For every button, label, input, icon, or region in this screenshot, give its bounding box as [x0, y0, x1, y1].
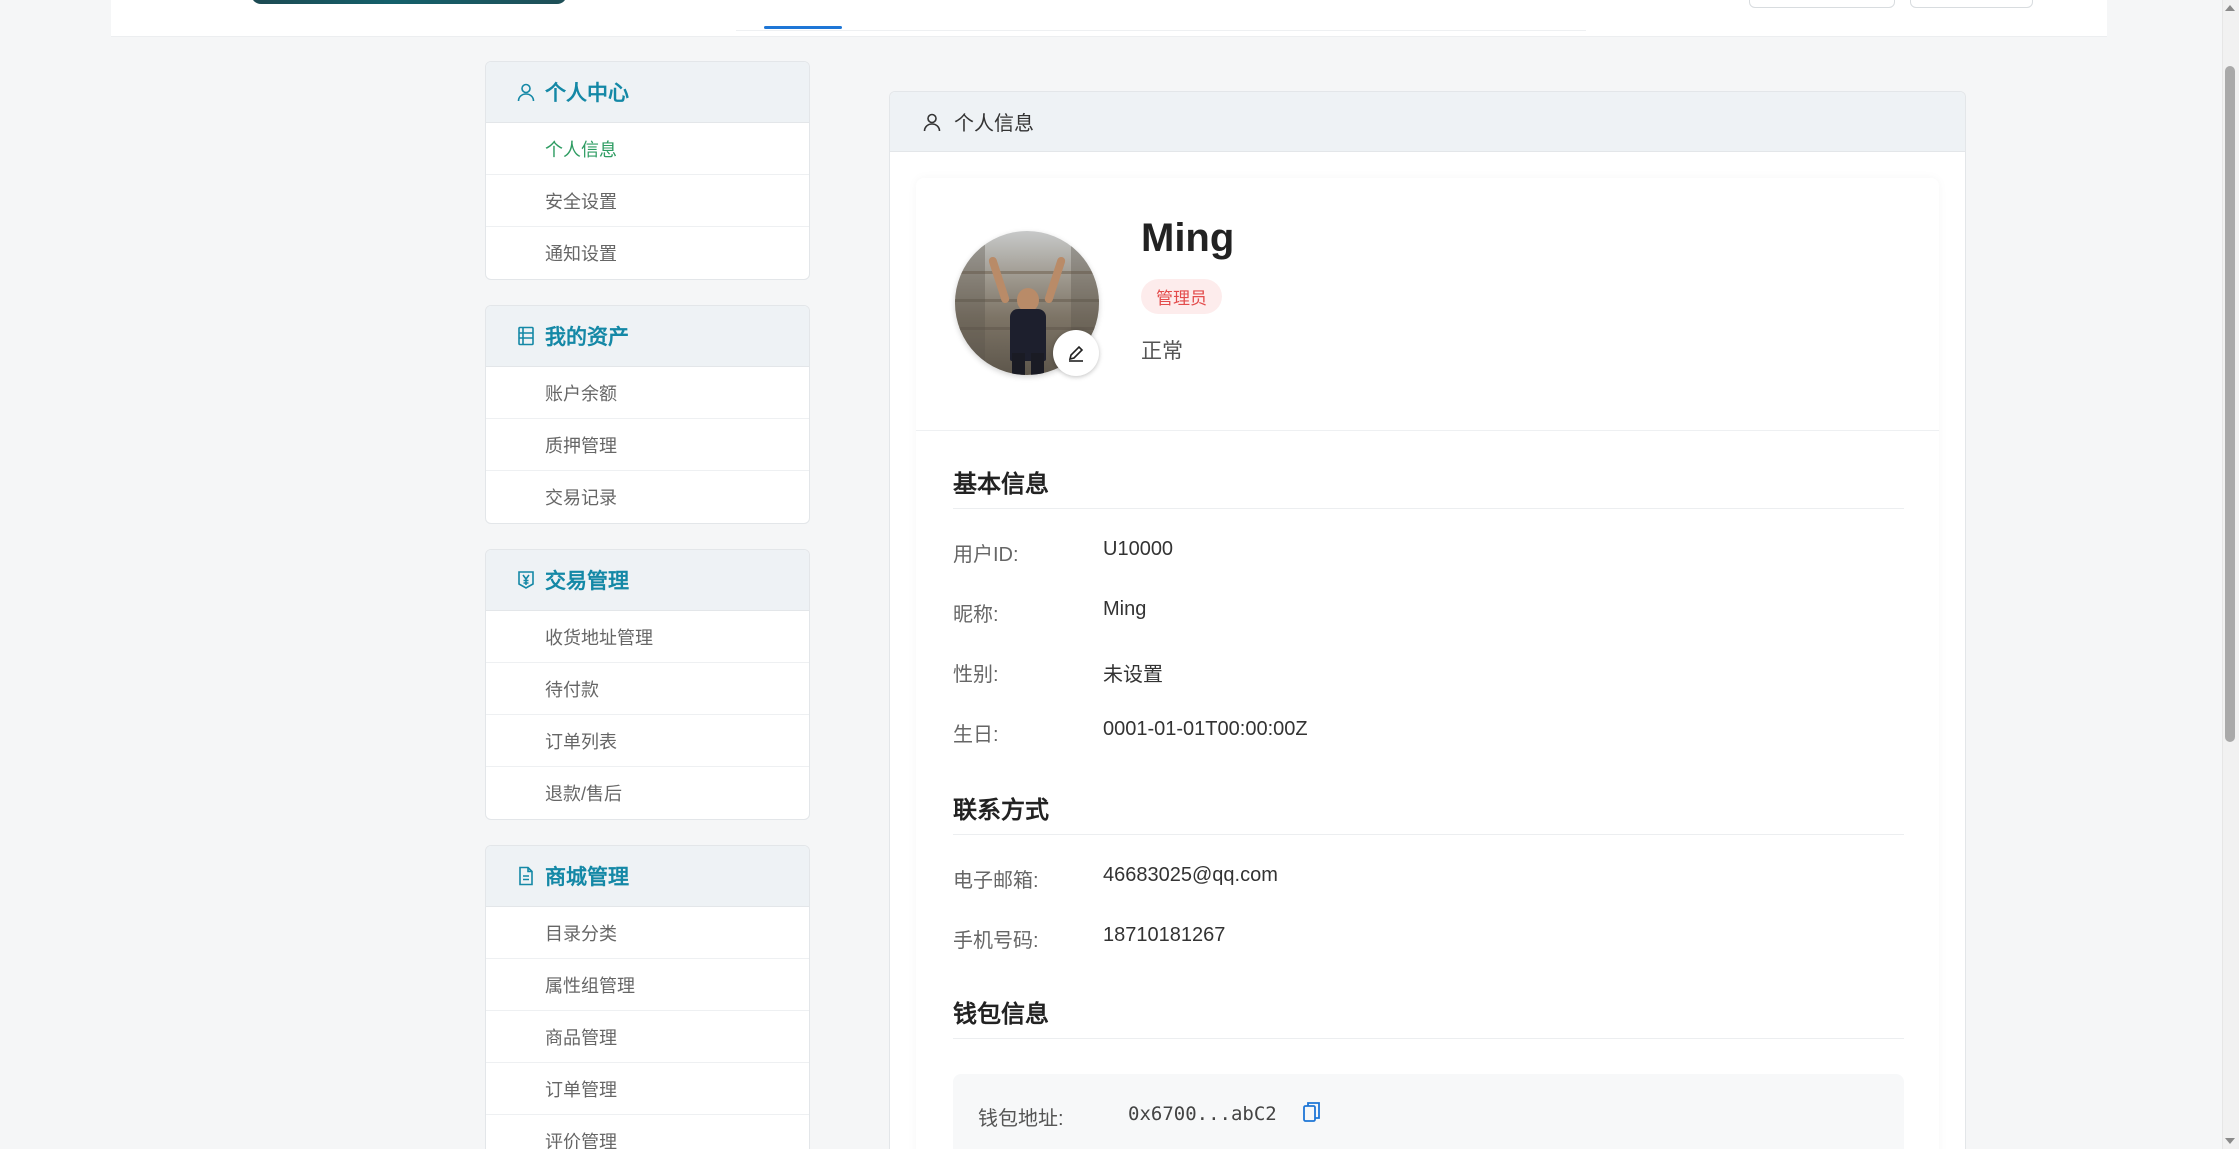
sidebar-item-account-balance[interactable]: 账户余额 [486, 367, 809, 419]
header-button-left[interactable] [1749, 0, 1895, 8]
main-panel-header: 个人信息 [890, 92, 1965, 152]
field-label-phone: 手机号码: [953, 930, 1039, 952]
menu-head-trade-management[interactable]: 交易管理 [486, 550, 809, 611]
scrollbar-thumb[interactable] [2225, 66, 2235, 742]
document-icon [516, 866, 536, 886]
menu-group-my-assets: 我的资产 账户余额 质押管理 交易记录 [485, 305, 810, 524]
menu-head-label: 个人中心 [545, 82, 629, 105]
field-value-nickname: Ming [1103, 598, 1147, 620]
copy-icon[interactable] [1301, 1100, 1323, 1124]
sidebar-item-order-list[interactable]: 订单列表 [486, 715, 809, 767]
sidebar-item-attribute-groups[interactable]: 属性组管理 [486, 959, 809, 1011]
menu-group-trade-management: 交易管理 收货地址管理 待付款 订单列表 退款/售后 [485, 549, 810, 820]
section-title-contact: 联系方式 [953, 797, 1049, 824]
section-title-basic-info: 基本信息 [953, 471, 1049, 498]
sidebar-item-notification-settings[interactable]: 通知设置 [486, 227, 809, 279]
site-logo[interactable] [251, 0, 567, 8]
sidebar-item-review-management[interactable]: 评价管理 [486, 1115, 809, 1149]
menu-head-mall-management[interactable]: 商城管理 [486, 846, 809, 907]
top-header [111, 0, 2107, 37]
account-status: 正常 [1141, 340, 1183, 363]
field-label-birthday: 生日: [953, 724, 999, 746]
menu-group-mall-management: 商城管理 目录分类 属性组管理 商品管理 订单管理 评价管理 [485, 845, 810, 1149]
section-divider [953, 508, 1904, 509]
scroll-down-arrow-icon[interactable] [2225, 1138, 2235, 1144]
scroll-up-arrow-icon[interactable] [2225, 5, 2235, 11]
yen-tag-icon [516, 570, 536, 590]
menu-group-personal-center: 个人中心 个人信息 安全设置 通知设置 [485, 61, 810, 280]
user-icon [922, 112, 942, 132]
header-button-right[interactable] [1910, 0, 2033, 8]
wallet-address-box: 钱包地址: 0x6700...abC2 [953, 1074, 1904, 1149]
menu-head-label: 商城管理 [545, 866, 629, 889]
active-nav-indicator [764, 26, 842, 29]
user-icon [516, 82, 536, 102]
sidebar-item-product-management[interactable]: 商品管理 [486, 1011, 809, 1063]
sidebar-item-transaction-records[interactable]: 交易记录 [486, 471, 809, 523]
menu-head-my-assets[interactable]: 我的资产 [486, 306, 809, 367]
field-value-gender: 未设置 [1103, 664, 1163, 686]
page-title: 个人信息 [954, 113, 1034, 135]
wallet-address-label: 钱包地址: [978, 1108, 1064, 1130]
section-title-wallet: 钱包信息 [953, 1001, 1049, 1028]
main-panel: 个人信息 Ming 管理员 正常 基本信息 用户ID: U10000 昵称: M… [889, 91, 1966, 1149]
field-label-nickname: 昵称: [953, 604, 999, 626]
user-name: Ming [1141, 216, 1235, 260]
sidebar: 个人中心 个人信息 安全设置 通知设置 我的资产 账户余额 质押管理 交易记录 … [485, 61, 810, 1149]
field-value-email: 46683025@qq.com [1103, 864, 1278, 886]
sidebar-item-pending-payment[interactable]: 待付款 [486, 663, 809, 715]
edit-avatar-button[interactable] [1053, 330, 1099, 376]
sidebar-item-staking[interactable]: 质押管理 [486, 419, 809, 471]
role-badge: 管理员 [1141, 279, 1222, 314]
sidebar-item-catalog-category[interactable]: 目录分类 [486, 907, 809, 959]
sidebar-item-security-settings[interactable]: 安全设置 [486, 175, 809, 227]
menu-head-label: 交易管理 [545, 570, 629, 593]
ledger-icon [516, 326, 536, 346]
field-value-phone: 18710181267 [1103, 924, 1226, 946]
menu-head-personal-center[interactable]: 个人中心 [486, 62, 809, 123]
section-divider [953, 1038, 1904, 1039]
sidebar-item-order-management[interactable]: 订单管理 [486, 1063, 809, 1115]
field-value-birthday: 0001-01-01T00:00:00Z [1103, 718, 1308, 740]
field-label-user-id: 用户ID: [953, 544, 1019, 566]
sidebar-item-shipping-address[interactable]: 收货地址管理 [486, 611, 809, 663]
sidebar-item-personal-info[interactable]: 个人信息 [486, 123, 809, 175]
wallet-address-value: 0x6700...abC2 [1128, 1103, 1277, 1125]
field-value-user-id: U10000 [1103, 538, 1174, 560]
menu-head-label: 我的资产 [545, 326, 629, 349]
profile-card: Ming 管理员 正常 基本信息 用户ID: U10000 昵称: Ming 性… [916, 178, 1939, 1149]
pencil-icon [1068, 345, 1084, 362]
nav-divider [736, 30, 1586, 31]
sidebar-item-refund-aftersale[interactable]: 退款/售后 [486, 767, 809, 819]
field-label-gender: 性别: [953, 664, 999, 686]
page-scrollbar[interactable] [2222, 0, 2239, 1149]
profile-summary: Ming 管理员 正常 [916, 178, 1939, 431]
field-label-email: 电子邮箱: [953, 870, 1039, 892]
section-divider [953, 834, 1904, 835]
